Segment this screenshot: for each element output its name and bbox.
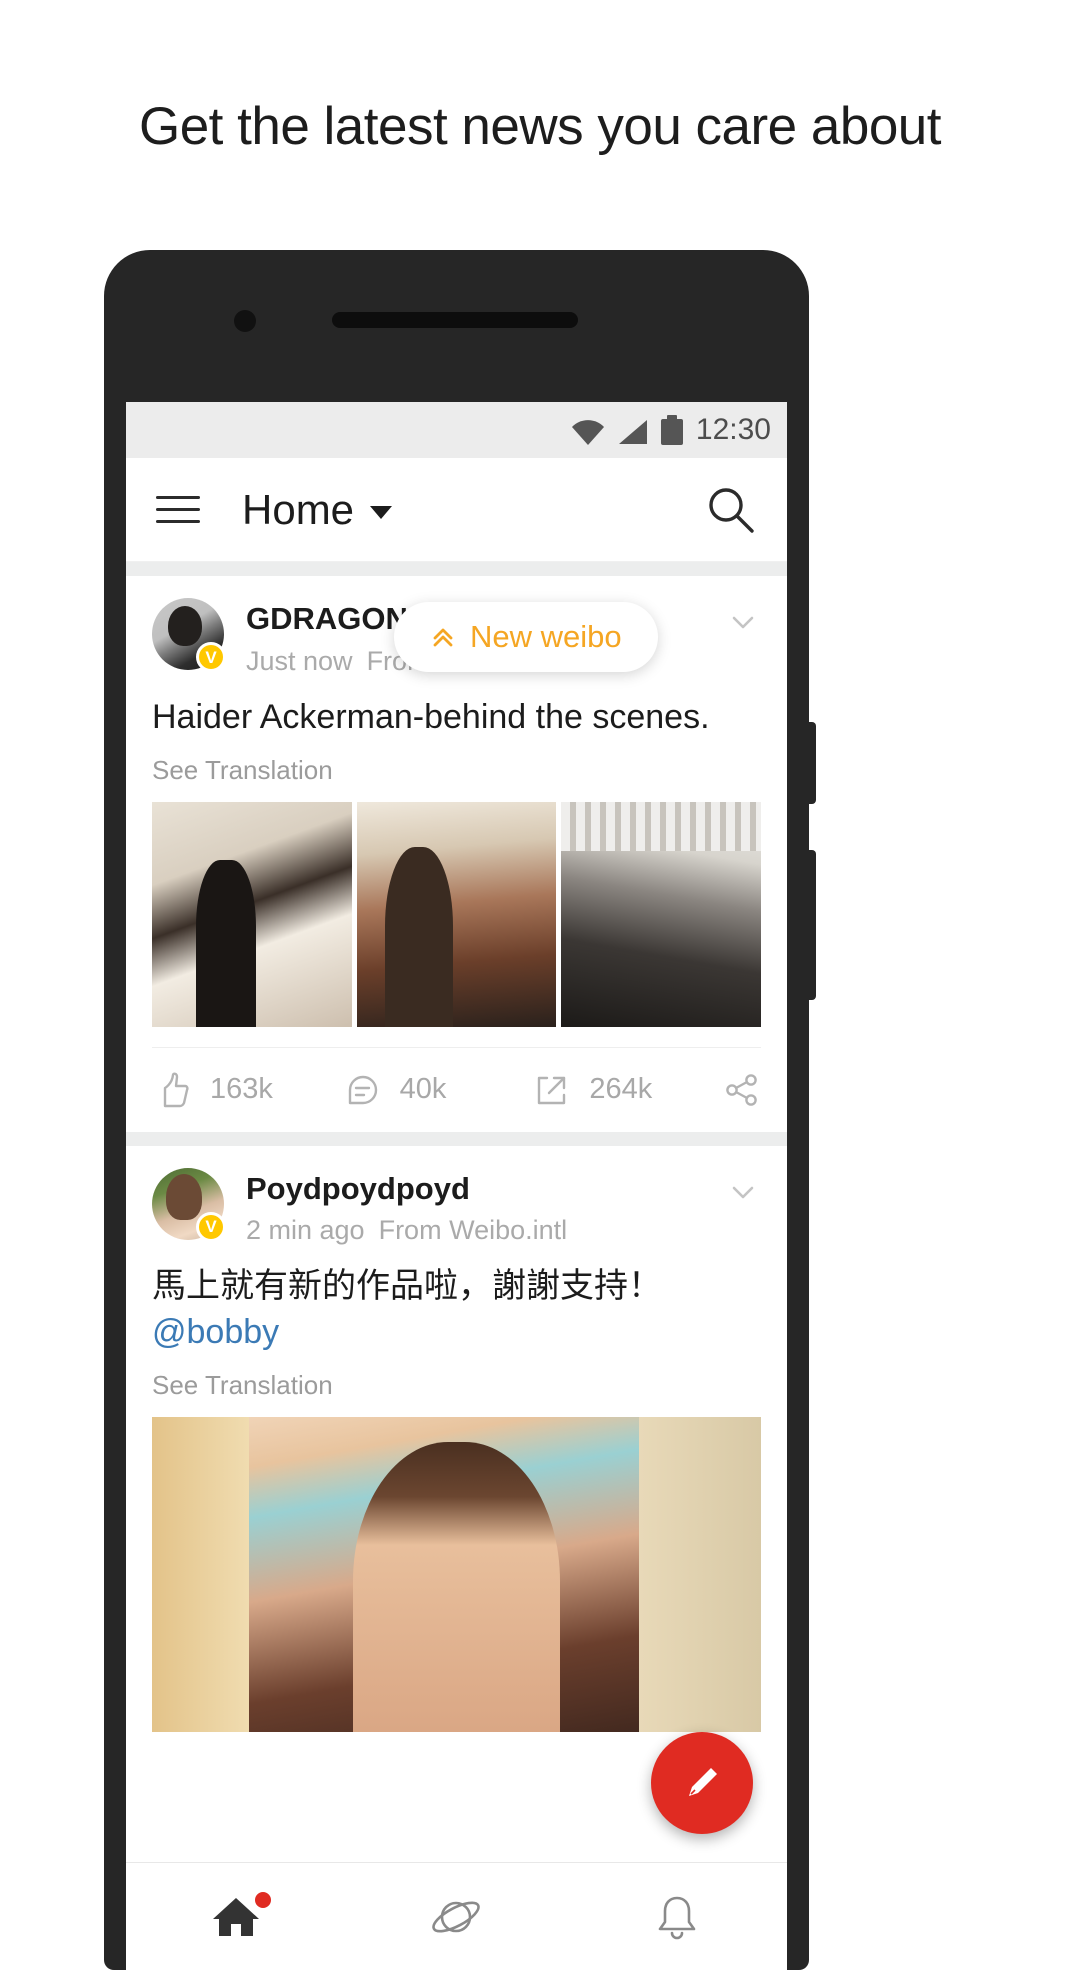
avatar[interactable]: V (152, 598, 226, 672)
share-nodes-icon (726, 1073, 757, 1106)
repost-button[interactable]: 264k (531, 1070, 721, 1110)
nav-item-discover[interactable] (346, 1888, 566, 1946)
post-image-large[interactable] (152, 1417, 761, 1733)
new-weibo-pill[interactable]: New weibo (394, 602, 658, 672)
post-meta: Poydpoydpoyd 2 min ago From Weibo.intl (246, 1168, 761, 1247)
page-title: Home (242, 485, 355, 533)
bell-icon (658, 1896, 696, 1939)
thumbs-up-icon (163, 1072, 189, 1107)
post-text: 馬上就有新的作品啦，謝謝支持！ @bobby (126, 1246, 787, 1356)
post-image-thumbnail[interactable] (152, 801, 352, 1027)
verified-badge: V (196, 642, 226, 672)
double-chevron-up-icon (433, 628, 453, 647)
post-submeta: 2 min ago From Weibo.intl (246, 1215, 761, 1246)
repost-count: 264k (589, 1073, 653, 1106)
feed-post[interactable]: New weibo V GDRAGON Just nowFrom Weibo.i… (126, 576, 787, 1132)
repost-arrow-icon (538, 1076, 566, 1104)
post-username[interactable]: Poydpoydpoyd (246, 1170, 761, 1209)
post-action-bar: 163k 40k 264k (126, 1048, 787, 1132)
share-button[interactable] (721, 1070, 761, 1110)
phone-screen: 12:30 Home New weibo V GDRAGON Just now … (126, 402, 787, 1970)
search-icon[interactable] (705, 484, 757, 536)
comment-count: 40k (399, 1073, 447, 1106)
app-bar: Home (126, 458, 787, 562)
post-header: V Poydpoydpoyd 2 min ago From Weibo.intl (126, 1146, 787, 1247)
bottom-navigation-bar (126, 1862, 787, 1970)
avatar[interactable]: V (152, 1167, 226, 1242)
phone-earpiece-speaker (332, 312, 578, 328)
cellular-signal-icon (618, 420, 647, 444)
feed-divider (126, 1131, 787, 1146)
new-weibo-label: New weibo (470, 619, 622, 654)
post-text: Haider Ackerman-behind the scenes. (152, 697, 710, 736)
phone-volume-button (808, 850, 816, 1000)
post-image-decor-right (639, 1417, 761, 1733)
post-more-chevron-down-icon[interactable] (727, 606, 759, 638)
notification-badge-dot (255, 1891, 272, 1908)
post-text-body: 馬上就有新的作品啦，謝謝支持！ (152, 1267, 662, 1306)
post-image-decor-left (152, 1417, 250, 1733)
page-headline: Get the latest news you care about (138, 97, 942, 156)
post-image-thumbnail[interactable] (356, 801, 557, 1027)
wifi-icon (571, 420, 604, 445)
post-more-chevron-down-icon[interactable] (727, 1176, 759, 1208)
post-timestamp: Just now (246, 645, 353, 676)
hamburger-menu-icon[interactable] (156, 496, 200, 523)
post-source: From Weibo.intl (378, 1215, 568, 1246)
post-image-thumbnail[interactable] (561, 801, 762, 1027)
like-count: 163k (210, 1073, 273, 1106)
like-button[interactable]: 163k (152, 1070, 342, 1110)
feed-divider (126, 562, 787, 576)
verified-badge: V (196, 1211, 226, 1242)
post-mention-link[interactable]: @bobby (152, 1313, 279, 1351)
comment-bubble-icon (348, 1075, 377, 1104)
see-translation-link[interactable]: See Translation (126, 1356, 787, 1417)
feed-post[interactable]: V Poydpoydpoyd 2 min ago From Weibo.intl … (126, 1145, 787, 1733)
nav-item-home[interactable] (126, 1888, 346, 1946)
status-bar-icons (571, 415, 683, 445)
nav-item-notifications[interactable] (567, 1888, 787, 1946)
chevron-down-icon (370, 506, 393, 519)
phone-front-camera (234, 310, 256, 332)
planet-orbit-icon (432, 1901, 481, 1932)
status-bar: 12:30 (126, 402, 787, 458)
app-bar-title-dropdown[interactable]: Home (242, 485, 393, 534)
post-image-grid (126, 801, 787, 1027)
see-translation-link[interactable]: See Translation (126, 741, 787, 802)
compose-fab-button[interactable] (651, 1732, 753, 1834)
post-timestamp: 2 min ago (246, 1215, 365, 1246)
status-bar-clock: 12:30 (695, 413, 771, 446)
battery-icon (660, 415, 683, 445)
comment-button[interactable]: 40k (342, 1070, 532, 1110)
compose-pencil-icon (689, 1768, 717, 1796)
phone-mockup-frame: 12:30 Home New weibo V GDRAGON Just now … (104, 250, 816, 1970)
phone-power-button (808, 722, 816, 804)
